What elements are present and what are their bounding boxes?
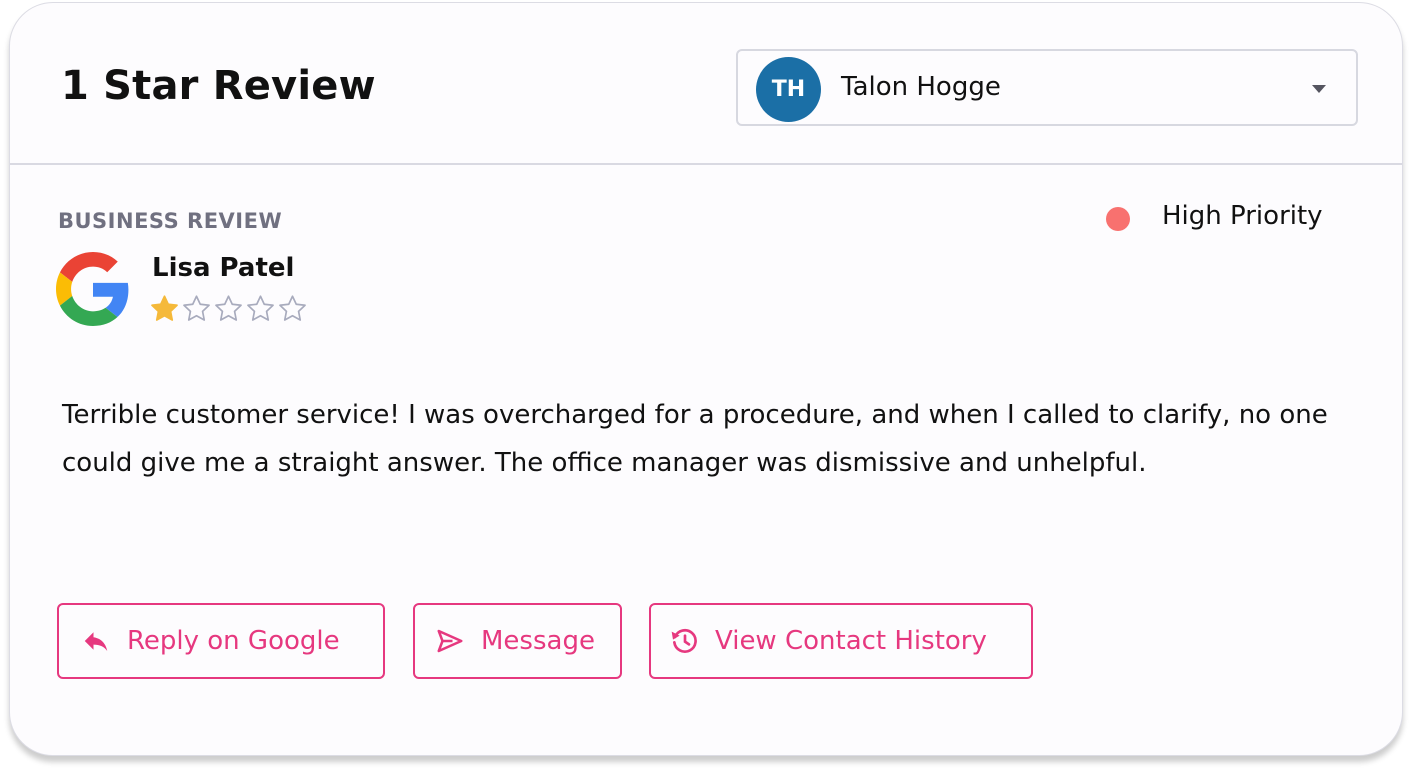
- reply-on-google-button[interactable]: Reply on Google: [57, 603, 385, 679]
- star-empty-icon: [183, 295, 210, 321]
- avatar: TH: [756, 57, 821, 122]
- review-card: 1 Star Review TH Talon Hogge BUSINESS RE…: [9, 2, 1403, 756]
- reply-button-label: Reply on Google: [127, 626, 340, 656]
- star-empty-icon: [247, 295, 274, 321]
- page-title: 1 Star Review: [61, 63, 376, 109]
- chevron-down-icon: [1312, 85, 1326, 93]
- star-empty-icon: [279, 295, 306, 321]
- section-label: BUSINESS REVIEW: [58, 209, 283, 233]
- assignee-name: Talon Hogge: [841, 72, 1001, 102]
- star-rating: [149, 293, 308, 324]
- assignee-dropdown[interactable]: TH Talon Hogge: [736, 49, 1358, 126]
- star-filled-icon: [151, 295, 178, 321]
- priority-label: High Priority: [1162, 201, 1323, 231]
- send-icon: [437, 629, 463, 653]
- star-empty-icon: [215, 295, 242, 321]
- google-logo-icon: [56, 252, 129, 326]
- card-header: 1 Star Review TH Talon Hogge: [10, 3, 1402, 165]
- message-button-label: Message: [481, 626, 595, 656]
- reviewer-name: Lisa Patel: [152, 253, 295, 283]
- view-contact-history-button[interactable]: View Contact History: [649, 603, 1033, 679]
- history-icon: [671, 628, 697, 653]
- priority-dot-icon: [1106, 207, 1130, 231]
- review-text: Terrible customer service! I was overcha…: [62, 400, 1328, 478]
- reply-icon: [84, 632, 108, 651]
- message-button[interactable]: Message: [413, 603, 622, 679]
- history-button-label: View Contact History: [715, 626, 987, 656]
